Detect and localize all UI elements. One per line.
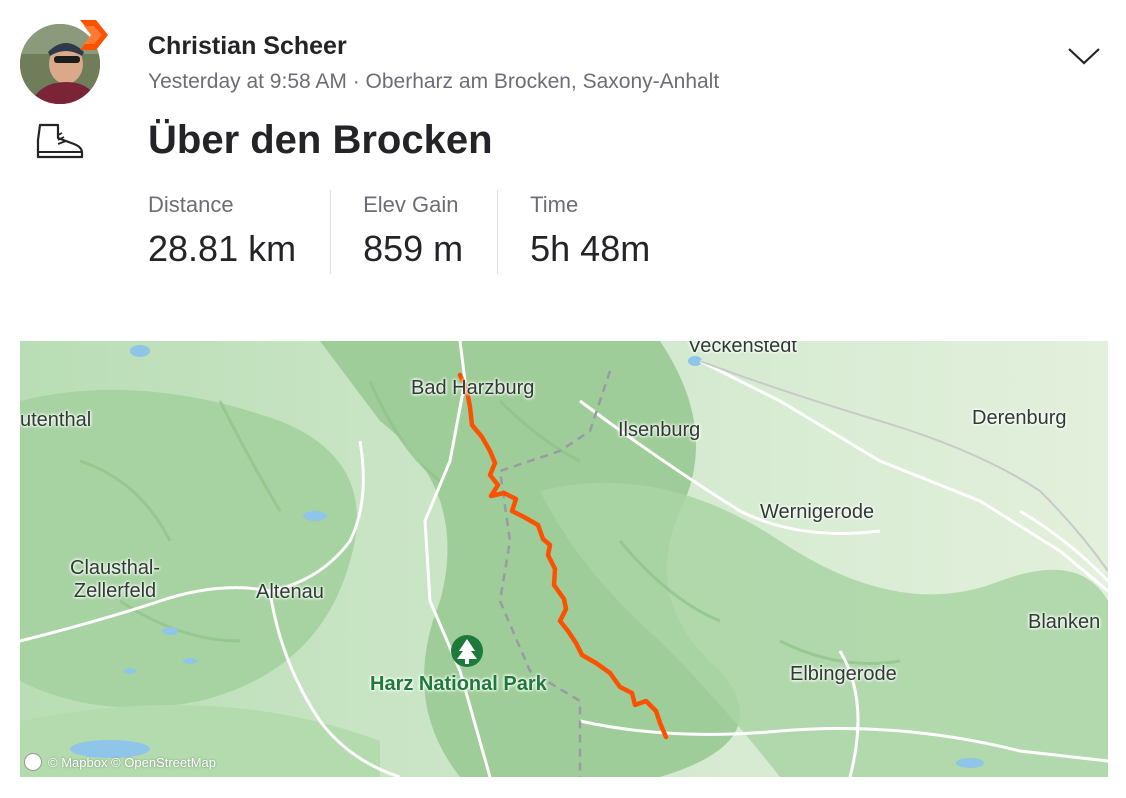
map-label-harz-national-park: Harz National Park: [370, 673, 547, 695]
attribution-text[interactable]: © Mapbox © OpenStreetMap: [48, 755, 216, 770]
map-label-clausthal-zellerfeld: Clausthal- Zellerfeld: [70, 557, 161, 602]
athlete-name[interactable]: Christian Scheer: [148, 32, 347, 61]
stat-distance: Distance 28.81 km: [148, 190, 332, 274]
map-label-derenburg: Derenburg: [972, 407, 1067, 429]
subscriber-badge-icon: [80, 20, 108, 50]
map-label-elbingerode: Elbingerode: [790, 663, 897, 685]
map-label-wernigerode: Wernigerode: [760, 501, 875, 523]
map-label-blanken: Blanken: [1028, 611, 1101, 633]
map-label-veckenstedt: Veckenstedt: [688, 341, 797, 357]
stat-time: Time 5h 48m: [530, 190, 684, 274]
activity-stats: Distance 28.81 km Elev Gain 859 m Time 5…: [148, 190, 716, 274]
mapbox-logo-icon[interactable]: [24, 753, 42, 771]
stat-label: Elev Gain: [363, 192, 459, 217]
map-label-utenthal: utenthal: [20, 409, 92, 431]
route-map[interactable]: Veckenstedt Bad Harzburg utenthal Ilsenb…: [20, 341, 1108, 777]
stat-elev-gain: Elev Gain 859 m: [363, 190, 499, 274]
map-attribution[interactable]: © Mapbox © OpenStreetMap: [24, 753, 216, 771]
map-label-altenau: Altenau: [256, 581, 324, 603]
stat-value: 28.81 km: [148, 228, 297, 269]
activity-title[interactable]: Über den Brocken: [148, 118, 493, 163]
stat-value: 859 m: [363, 228, 464, 269]
map-canvas: [20, 341, 1108, 777]
hiking-boot-icon: [36, 123, 84, 159]
map-label-ilsenburg: Ilsenburg: [618, 419, 701, 441]
stat-label: Distance: [148, 192, 234, 217]
map-label-bad-harzburg: Bad Harzburg: [411, 377, 535, 399]
chevron-down-icon[interactable]: [1066, 44, 1102, 68]
stat-value: 5h 48m: [530, 228, 651, 269]
activity-meta: Yesterday at 9:58 AM · Oberharz am Brock…: [148, 70, 720, 93]
stat-label: Time: [530, 192, 579, 217]
tree-icon: [451, 635, 483, 667]
